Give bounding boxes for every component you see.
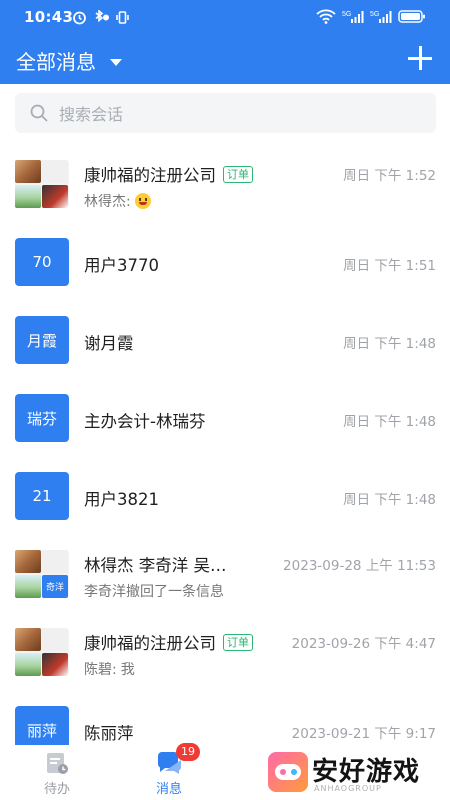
signal-5g-2-label: 5G	[370, 11, 379, 18]
status-bar: 10:43 5G 5G	[0, 0, 450, 34]
group-avatar	[15, 628, 69, 676]
conversation-name: 谢月霞	[84, 334, 134, 353]
plus-icon[interactable]	[408, 46, 432, 70]
grinning-emoji-icon	[134, 193, 151, 209]
conversation-name: 用户3821	[84, 490, 159, 509]
conversation-time: 2023-09-26 下午 4:47	[291, 636, 436, 652]
conversation-time: 2023-09-28 上午 11:53	[283, 558, 436, 574]
conversation-time: 周日 下午 1:48	[343, 336, 436, 352]
conversation-time: 周日 下午 1:51	[343, 258, 436, 274]
order-tag: 订单	[223, 165, 253, 183]
vibrate-icon	[116, 11, 129, 24]
game-controller-logo-icon	[268, 752, 308, 792]
watermark: 安好游戏 ANHAOGROUP	[262, 748, 442, 798]
conversation-time: 周日 下午 1:48	[343, 492, 436, 508]
status-right-icons: 5G 5G	[316, 9, 426, 24]
search-input[interactable]: 搜索会话	[15, 93, 436, 133]
preview-sender: 林得杰:	[84, 194, 131, 210]
filter-dropdown[interactable]: 全部消息	[16, 46, 122, 75]
tab-messages[interactable]: 19 消息	[139, 743, 200, 797]
tab-label: 消息	[155, 782, 182, 797]
conversation-item[interactable]: 康帅福的注册公司 订单 陈碧: 我 2023-09-26 下午 4:47	[0, 616, 450, 694]
preview-text: 我	[120, 662, 135, 678]
page-title: 全部消息	[16, 50, 96, 74]
group-avatar	[15, 160, 69, 208]
conversation-time: 周日 下午 1:48	[343, 414, 436, 430]
status-time: 10:43	[24, 8, 74, 26]
conversation-name: 陈丽萍	[84, 724, 134, 743]
conversation-item[interactable]: 21 用户3821 周日 下午 1:48	[0, 460, 450, 538]
conversation-name: 主办会计-林瑞芬	[84, 412, 206, 431]
text-avatar: 70	[15, 238, 69, 286]
search-placeholder: 搜索会话	[59, 105, 124, 124]
tab-todo[interactable]: 待办	[27, 751, 87, 797]
wifi-icon	[316, 9, 336, 24]
watermark-subtext: ANHAOGROUP	[314, 784, 382, 793]
conversation-name: 康帅福的注册公司	[84, 166, 216, 185]
alarm-icon	[73, 11, 86, 25]
conversation-name: 用户3770	[84, 256, 159, 275]
conversation-name: 林得杰 李奇洋 吴…	[84, 556, 227, 575]
message-icon: 19	[156, 743, 200, 775]
unread-badge: 19	[176, 743, 200, 761]
conversation-time: 周日 下午 1:52	[343, 168, 436, 184]
app-header: 全部消息	[0, 34, 450, 84]
preview-text: 李奇洋撤回了一条信息	[84, 584, 224, 600]
caret-down-icon	[110, 58, 122, 66]
text-avatar: 瑞芬	[15, 394, 69, 442]
bluetooth-icon	[95, 10, 109, 23]
battery-icon	[398, 10, 425, 23]
signal-5g-2-icon: 5G	[370, 11, 392, 23]
watermark-text: 安好游戏	[312, 757, 421, 787]
conversation-item[interactable]: 瑞芬 主办会计-林瑞芬 周日 下午 1:48	[0, 382, 450, 460]
group-avatar: 奇洋	[15, 550, 69, 598]
conversation-item[interactable]: 月霞 谢月霞 周日 下午 1:48	[0, 304, 450, 382]
conversation-name: 康帅福的注册公司	[84, 634, 216, 653]
text-avatar: 月霞	[15, 316, 69, 364]
tab-label: 待办	[43, 782, 70, 797]
conversation-item[interactable]: 70 用户3770 周日 下午 1:51	[0, 226, 450, 304]
signal-5g-label: 5G	[342, 11, 351, 18]
avatar-tile-label: 奇洋	[42, 575, 68, 598]
conversation-time: 2023-09-21 下午 9:17	[291, 726, 436, 742]
search-icon	[30, 104, 48, 122]
conversation-item[interactable]: 康帅福的注册公司 订单 林得杰: 周日 下午 1:52	[0, 148, 450, 226]
preview-sender: 陈碧:	[84, 662, 117, 678]
status-left-icons	[72, 10, 130, 25]
order-tag: 订单	[223, 633, 253, 651]
conversation-item[interactable]: 奇洋 林得杰 李奇洋 吴… 李奇洋撤回了一条信息 2023-09-28 上午 1…	[0, 538, 450, 616]
text-avatar: 21	[15, 472, 69, 520]
todo-icon	[44, 751, 70, 775]
signal-5g-icon: 5G	[342, 11, 364, 23]
